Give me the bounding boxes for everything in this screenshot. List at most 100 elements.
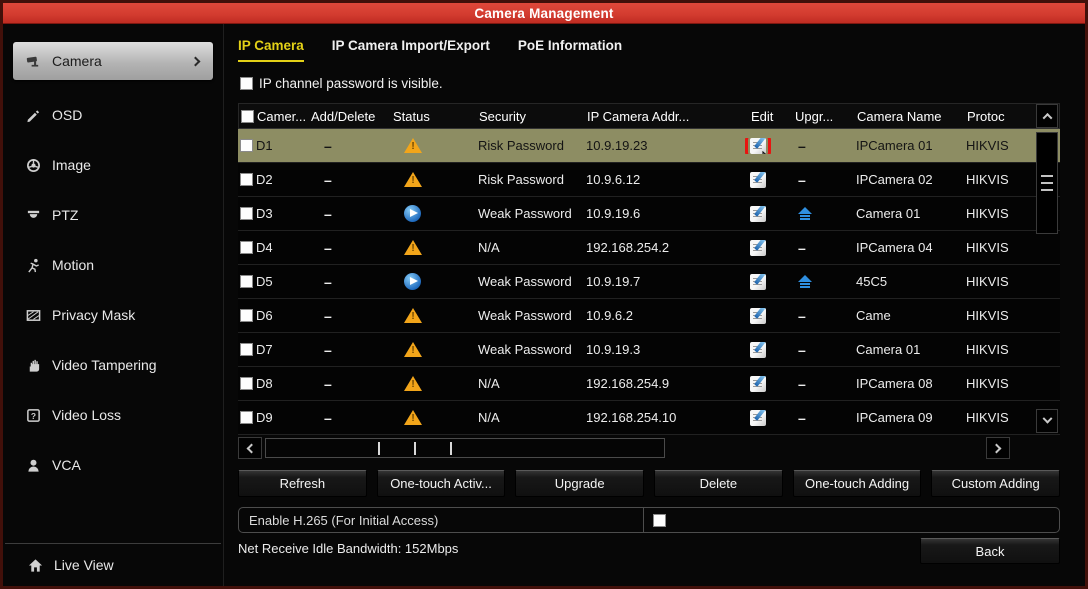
sidebar-item-live-view[interactable]: Live View: [5, 544, 221, 586]
protocol: HIKVIS: [952, 206, 1034, 221]
security-text: Weak Password: [464, 342, 572, 357]
row-checkbox[interactable]: [240, 139, 253, 152]
sidebar-item-privacy-mask[interactable]: Privacy Mask: [3, 290, 223, 340]
vertical-scroll-thumb[interactable]: [1036, 132, 1058, 234]
edit-icon[interactable]: [750, 376, 766, 392]
add-delete-value: –: [324, 308, 332, 324]
protocol: HIKVIS: [952, 342, 1034, 357]
sidebar-item-ptz[interactable]: PTZ: [3, 190, 223, 240]
sidebar-item-label: Live View: [54, 557, 114, 573]
upgrade-icon[interactable]: [798, 275, 812, 289]
upgrade-icon[interactable]: [798, 207, 812, 221]
sidebar-item-image[interactable]: Image: [3, 140, 223, 190]
password-visible-label: IP channel password is visible.: [259, 76, 443, 91]
custom-adding-button[interactable]: Custom Adding: [931, 470, 1060, 497]
ip-address: 10.9.6.2: [572, 308, 724, 323]
ip-address: 10.9.19.6: [572, 206, 724, 221]
table-row-d7[interactable]: D7 – Weak Password 10.9.19.3 Camera 01 H…: [238, 333, 1060, 367]
sidebar-item-camera[interactable]: Camera: [13, 42, 213, 80]
edit-icon[interactable]: [750, 274, 766, 290]
row-checkbox[interactable]: [240, 275, 253, 288]
row-checkbox[interactable]: [240, 173, 253, 186]
add-delete-value: –: [324, 274, 332, 290]
channel-id: D5: [256, 274, 273, 289]
edit-icon[interactable]: [750, 172, 766, 188]
scroll-up-button[interactable]: [1036, 104, 1058, 128]
row-checkbox[interactable]: [240, 343, 253, 356]
column-header-camera: Camer...: [257, 109, 305, 124]
ip-address: 192.168.254.2: [572, 240, 724, 255]
upgrade-icon[interactable]: [798, 172, 806, 188]
security-text: Risk Password: [464, 172, 572, 187]
edit-icon[interactable]: [750, 342, 766, 358]
upgrade-icon[interactable]: [798, 240, 806, 256]
column-header-upgrade: Upgr...: [779, 109, 835, 124]
scroll-right-button[interactable]: [986, 437, 1010, 459]
protocol: HIKVIS: [952, 308, 1034, 323]
upgrade-icon[interactable]: [798, 410, 806, 426]
horizontal-scroll-thumb[interactable]: [265, 438, 665, 458]
edit-icon[interactable]: [750, 206, 766, 222]
row-checkbox[interactable]: [240, 207, 253, 220]
upgrade-icon[interactable]: [798, 342, 806, 358]
vertical-scrollbar[interactable]: [1034, 103, 1060, 435]
h265-checkbox[interactable]: [653, 514, 666, 527]
upgrade-icon[interactable]: [798, 138, 806, 154]
scroll-left-button[interactable]: [238, 437, 262, 459]
add-delete-value: –: [324, 206, 332, 222]
ip-address: 10.9.19.3: [572, 342, 724, 357]
password-visible-checkbox[interactable]: [240, 77, 253, 90]
horizontal-scrollbar[interactable]: [238, 437, 1060, 461]
row-checkbox[interactable]: [240, 241, 253, 254]
protocol: HIKVIS: [952, 138, 1034, 153]
back-button[interactable]: Back: [920, 538, 1060, 564]
table-row-d3[interactable]: D3 – Weak Password 10.9.19.6 Camera 01 H…: [238, 197, 1060, 231]
video-tampering-icon: [25, 357, 41, 373]
sidebar-item-video-tampering[interactable]: Video Tampering: [3, 340, 223, 390]
security-text: N/A: [464, 410, 572, 425]
row-checkbox[interactable]: [240, 377, 253, 390]
column-header-edit: Edit: [725, 109, 779, 124]
sidebar-item-label: Camera: [52, 53, 102, 69]
one-touch-adding-button[interactable]: One-touch Adding: [793, 470, 922, 497]
tab-ip-camera-import-export[interactable]: IP Camera Import/Export: [332, 38, 490, 62]
edit-icon[interactable]: [750, 410, 766, 426]
scroll-down-button[interactable]: [1036, 409, 1058, 433]
ip-camera-table: Camer... Add/Delete Status Security IP C…: [238, 103, 1060, 435]
delete-button[interactable]: Delete: [654, 470, 783, 497]
sidebar-item-motion[interactable]: Motion: [3, 240, 223, 290]
camera-name: IPCamera 02: [834, 172, 952, 187]
chevron-down-icon: [1042, 413, 1052, 423]
table-row-d9[interactable]: D9 – N/A 192.168.254.10 IPCamera 09 HIKV…: [238, 401, 1060, 435]
row-checkbox[interactable]: [240, 411, 253, 424]
sidebar-item-video-loss[interactable]: ? Video Loss: [3, 390, 223, 440]
upgrade-icon[interactable]: [798, 376, 806, 392]
sidebar-item-vca[interactable]: VCA: [3, 440, 223, 490]
tab-poe-information[interactable]: PoE Information: [518, 38, 622, 62]
refresh-button[interactable]: Refresh: [238, 470, 367, 497]
column-header-status: Status: [377, 109, 465, 124]
upgrade-button[interactable]: Upgrade: [515, 470, 644, 497]
edit-icon[interactable]: [750, 240, 766, 256]
table-row-d2[interactable]: D2 – Risk Password 10.9.6.12 IPCamera 02…: [238, 163, 1060, 197]
security-text: Weak Password: [464, 274, 572, 289]
table-row-d5[interactable]: D5 – Weak Password 10.9.19.7 45C5 HIKVIS: [238, 265, 1060, 299]
tab-ip-camera[interactable]: IP Camera: [238, 38, 304, 62]
channel-id: D8: [256, 376, 273, 391]
row-checkbox[interactable]: [240, 309, 253, 322]
table-row-d8[interactable]: D8 – N/A 192.168.254.9 IPCamera 08 HIKVI…: [238, 367, 1060, 401]
security-text: Risk Password: [464, 138, 572, 153]
table-row-d1[interactable]: D1 – Risk Password 10.9.19.23 IPCamera 0…: [238, 129, 1060, 163]
sidebar-item-osd[interactable]: OSD: [3, 90, 223, 140]
table-row-d4[interactable]: D4 – N/A 192.168.254.2 IPCamera 04 HIKVI…: [238, 231, 1060, 265]
one-touch-activate-button[interactable]: One-touch Activ...: [377, 470, 506, 497]
select-all-checkbox[interactable]: [241, 110, 254, 123]
table-header-row: Camer... Add/Delete Status Security IP C…: [238, 103, 1060, 129]
table-row-d6[interactable]: D6 – Weak Password 10.9.6.2 Came HIKVIS: [238, 299, 1060, 333]
edit-icon[interactable]: [750, 308, 766, 324]
column-header-camera-name: Camera Name: [835, 109, 953, 124]
security-text: N/A: [464, 240, 572, 255]
upgrade-icon[interactable]: [798, 308, 806, 324]
sidebar-item-label: Motion: [52, 257, 94, 273]
ptz-icon: [25, 207, 41, 223]
